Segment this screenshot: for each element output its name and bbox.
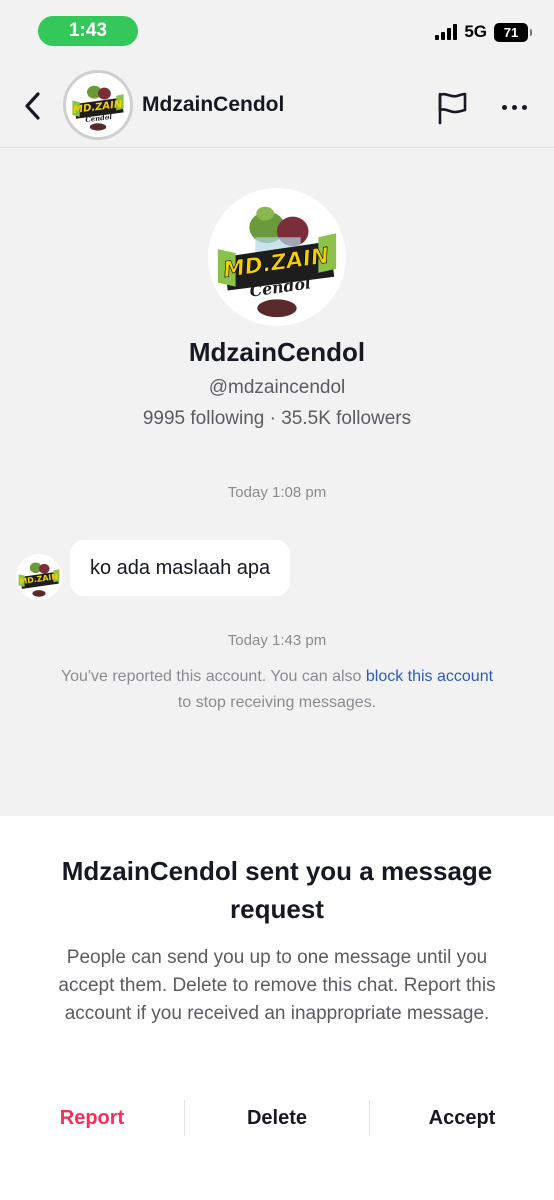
chat-header: MD.ZAIN Cendol MdzainCendol	[0, 62, 554, 148]
cendol-logo: MD.ZAIN Cendol	[66, 73, 130, 137]
battery-level: 71	[503, 24, 519, 40]
profile-avatar[interactable]: MD.ZAIN Cendol	[208, 188, 346, 326]
more-options-button[interactable]	[494, 92, 534, 122]
cendol-logo: MD.ZAIN	[16, 554, 62, 600]
report-button[interactable]: Report	[0, 1096, 184, 1140]
network-type: 5G	[464, 22, 487, 41]
notice-text-before: You've reported this account. You can al…	[60, 668, 366, 685]
signal-icon	[435, 24, 458, 40]
back-button[interactable]	[16, 86, 50, 126]
request-actions: Report Delete Accept	[0, 1096, 554, 1140]
profile-handle: @mdzaincendol	[208, 377, 346, 398]
header-avatar[interactable]: MD.ZAIN Cendol	[63, 70, 133, 140]
report-notice: You've reported this account. You can al…	[60, 664, 494, 716]
profile-stats: 9995 following · 35.5K followers	[142, 408, 412, 429]
message-text: ko ada maslaah apa	[90, 556, 271, 579]
sender-avatar[interactable]: MD.ZAIN	[16, 554, 62, 600]
block-account-link[interactable]: block this account	[366, 668, 493, 685]
chevron-left-icon	[25, 92, 40, 120]
sheet-description: People can send you up to one message un…	[58, 947, 496, 1024]
notice-timestamp: Today 1:43 pm	[227, 632, 327, 649]
status-bar: 1:43 5G 71	[0, 0, 554, 62]
more-icon	[501, 104, 507, 110]
report-flag-button[interactable]	[434, 90, 470, 126]
flag-icon	[438, 92, 467, 125]
accept-button[interactable]: Accept	[370, 1096, 554, 1140]
profile-name: MdzainCendol	[188, 337, 366, 367]
message-bubble[interactable]: ko ada maslaah apa	[70, 540, 291, 596]
message-timestamp: Today 1:08 pm	[227, 484, 327, 501]
delete-button[interactable]: Delete	[185, 1096, 369, 1140]
notice-text-after: to stop receiving messages.	[177, 694, 377, 711]
status-indicators: 5G 71	[435, 22, 532, 42]
status-time: 1:43	[38, 16, 138, 46]
battery-icon: 71	[494, 22, 532, 42]
message-request-sheet: MdzainCendol sent you a message request …	[0, 816, 554, 1200]
sheet-title: MdzainCendol sent you a message request	[61, 856, 493, 924]
header-username[interactable]: MdzainCendol	[142, 93, 284, 117]
cendol-logo: MD.ZAIN Cendol	[208, 188, 346, 326]
